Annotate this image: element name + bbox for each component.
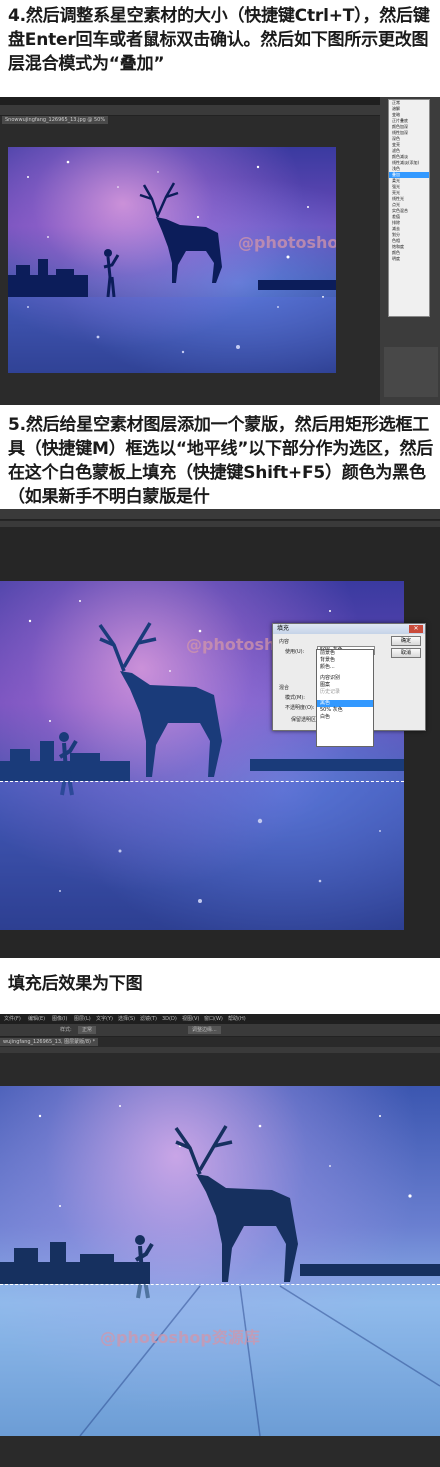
watermark: @photoshop资源库 <box>238 233 336 252</box>
close-icon[interactable]: ✕ <box>409 625 423 633</box>
menu-help[interactable]: 帮助(H) <box>228 1015 246 1023</box>
blend-group-label: 混合 <box>279 685 290 691</box>
watermark: @photoshop资源库 <box>100 1328 260 1347</box>
document-tab[interactable]: Snowwujingfang_126965_13.jpg @ 50% <box>2 116 109 124</box>
menu-window[interactable]: 窗口(W) <box>204 1015 223 1023</box>
options-bar <box>0 509 440 520</box>
fill-dialog-title: 填充 <box>277 625 290 632</box>
dropdown-item-pattern[interactable]: 图案 <box>317 682 373 689</box>
step4-caption: 4.然后调整系星空素材的大小（快捷键Ctrl+T），然后键盘Enter回车或者鼠… <box>8 6 430 74</box>
menu-filter[interactable]: 滤镜(T) <box>140 1015 157 1023</box>
dropdown-item-black[interactable]: 黑色 <box>317 700 373 707</box>
layers-list[interactable] <box>384 347 438 397</box>
cancel-button[interactable]: 取消 <box>391 648 421 658</box>
photoshop-screenshot-blend-mode: Snowwujingfang_126965_13.jpg @ 50% @phot… <box>0 97 440 405</box>
style-select[interactable]: 正常 <box>78 1026 97 1034</box>
dropdown-item-gray[interactable]: 50% 灰色 <box>317 707 373 714</box>
deer-scene <box>0 1105 440 1436</box>
blend-mode-item[interactable]: 明度 <box>389 256 429 262</box>
ok-button[interactable]: 确定 <box>391 636 421 646</box>
menu-select[interactable]: 选择(S) <box>118 1015 135 1023</box>
document-tab[interactable]: wujingfang_126965_13, 图层蒙版/8) * <box>0 1038 99 1046</box>
menu-bar <box>0 97 440 105</box>
opacity-label: 不透明度(O): <box>285 705 315 711</box>
menu-file[interactable]: 文件(F) <box>4 1015 21 1023</box>
canvas-result: @photoshop资源库 <box>0 1086 440 1436</box>
menu-type[interactable]: 文字(Y) <box>96 1015 113 1023</box>
menu-edit[interactable]: 编辑(E) <box>28 1015 45 1023</box>
options-bar: 样式: 正常 调整边缘... <box>0 1024 440 1037</box>
canvas-starry-deer: @photoshop资源库 <box>8 147 336 373</box>
menu-view[interactable]: 视图(V) <box>182 1015 199 1023</box>
use-label: 使用(U): <box>285 649 305 655</box>
use-dropdown-list[interactable]: 前景色 背景色 颜色... 内容识别 图案 历史记录 黑色 50% 灰色 白色 <box>316 649 374 747</box>
dropdown-item-background[interactable]: 背景色 <box>317 657 373 664</box>
refine-edge-button[interactable]: 调整边缘... <box>188 1026 221 1034</box>
step5-caption: 5.然后给星空素材图层添加一个蒙版，然后用矩形选框工具（快捷键M）框选以“地平线… <box>8 415 434 507</box>
dropdown-item-white[interactable]: 白色 <box>317 714 373 721</box>
photoshop-screenshot-fill-dialog: @photoshop资源库 填充 ✕ 内容 使用(U): 50% 灰色 确定 取… <box>0 509 440 958</box>
style-label: 样式: <box>60 1027 72 1033</box>
menu-bar: 文件(F) 编辑(E) 图像(I) 图层(L) 文字(Y) 选择(S) 滤镜(T… <box>0 1014 440 1024</box>
content-group-label: 内容 <box>279 639 290 645</box>
fill-dialog-titlebar: 填充 ✕ <box>273 624 425 634</box>
marquee-selection[interactable] <box>0 781 404 782</box>
dropdown-item-content-aware[interactable]: 内容识别 <box>317 675 373 682</box>
ruler <box>0 1047 440 1053</box>
menu-layer[interactable]: 图层(L) <box>74 1015 91 1023</box>
ruler <box>0 521 440 527</box>
marquee-selection[interactable] <box>0 1284 440 1285</box>
dropdown-item-history[interactable]: 历史记录 <box>317 689 373 696</box>
options-bar <box>0 105 440 116</box>
mode-label: 模式(M): <box>285 695 305 701</box>
dropdown-item-foreground[interactable]: 前景色 <box>317 650 373 657</box>
dropdown-item-color[interactable]: 颜色... <box>317 664 373 671</box>
menu-3d[interactable]: 3D(D) <box>162 1015 177 1023</box>
deer-scene <box>8 160 336 373</box>
blend-mode-menu[interactable]: 正常 溶解 变暗 正片叠底 颜色加深 线性加深 深色 变亮 滤色 颜色减淡 线性… <box>388 99 430 317</box>
menu-image[interactable]: 图像(I) <box>52 1015 67 1023</box>
photoshop-screenshot-result: 文件(F) 编辑(E) 图像(I) 图层(L) 文字(Y) 选择(S) 滤镜(T… <box>0 1014 440 1467</box>
result-caption: 填充后效果为下图 <box>8 974 143 994</box>
